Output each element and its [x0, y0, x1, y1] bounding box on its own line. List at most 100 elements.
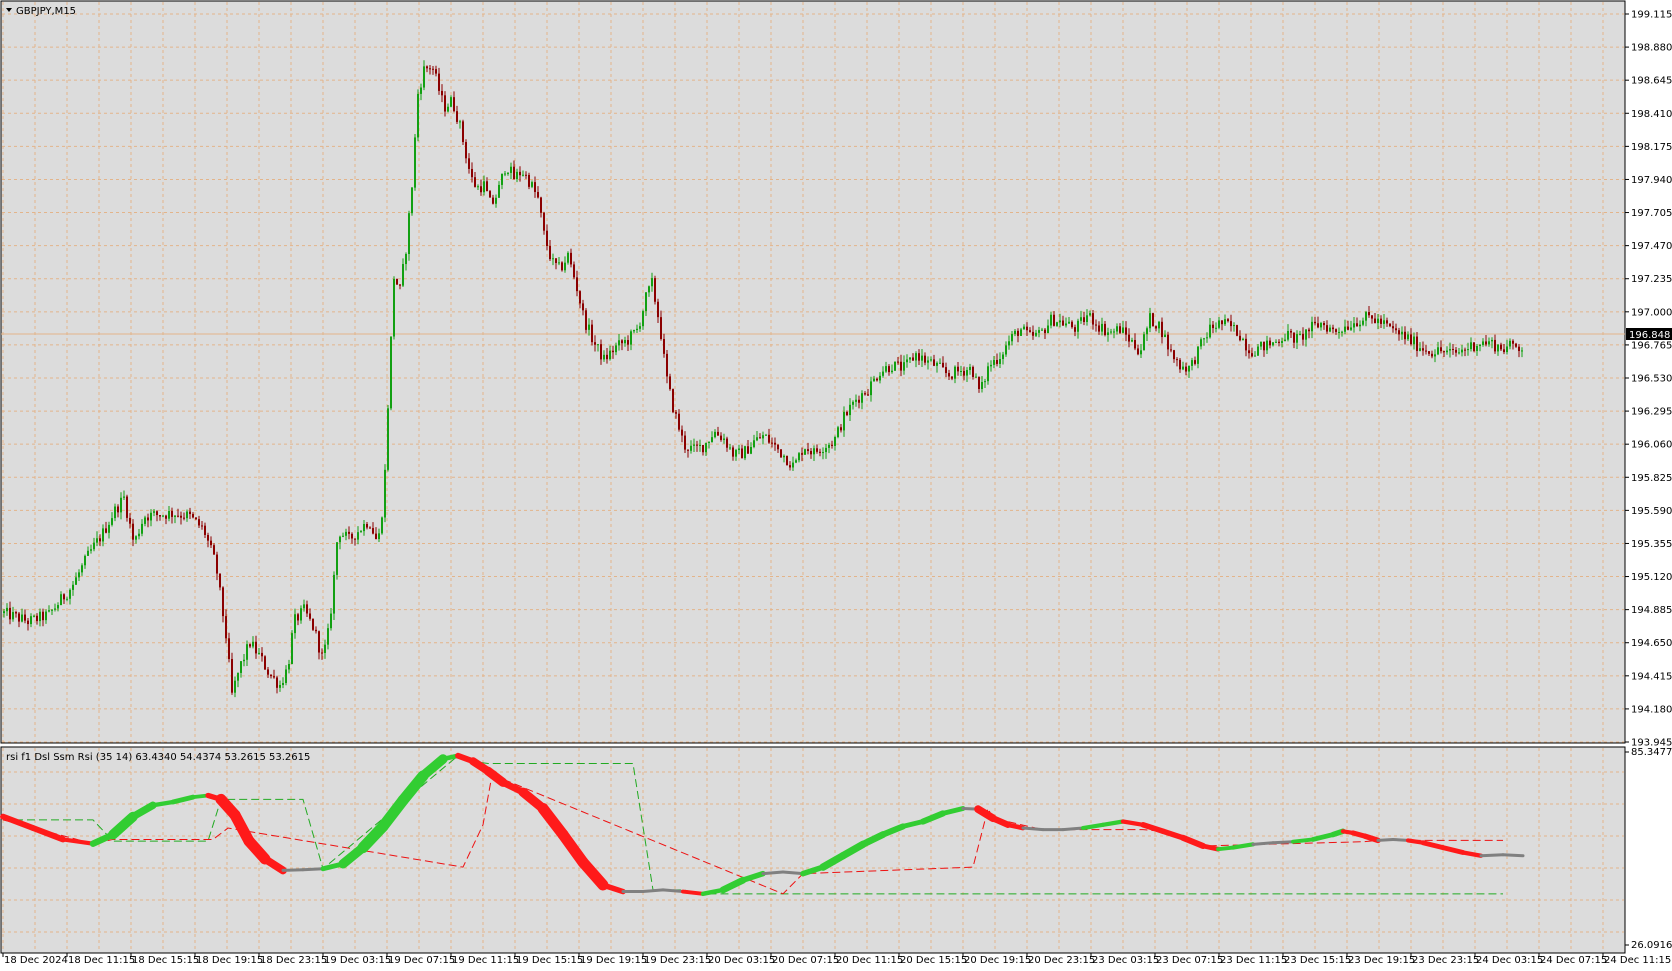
- candle-body: [1272, 342, 1274, 346]
- candle-body: [1101, 323, 1103, 332]
- candle-body: [1464, 349, 1466, 351]
- candle-body: [1191, 360, 1193, 366]
- rsi-segment: [1271, 840, 1295, 845]
- candle-body: [6, 607, 8, 612]
- candle-body: [1086, 315, 1088, 322]
- candle-body: [345, 531, 347, 536]
- symbol-title[interactable]: GBPJPY,M15: [6, 6, 76, 17]
- candle-body: [975, 376, 977, 378]
- candle-body: [846, 411, 848, 416]
- candle-body: [648, 286, 650, 293]
- candle-body: [1065, 323, 1067, 326]
- price-label: 194.885: [1631, 605, 1672, 616]
- candle-body: [609, 350, 611, 360]
- candle-body: [72, 584, 74, 590]
- candle-body: [543, 212, 545, 231]
- time-label: 23 Dec 03:15: [1092, 955, 1159, 966]
- candle-body: [135, 536, 137, 540]
- price-label: 196.295: [1631, 407, 1672, 418]
- candle-body: [1434, 354, 1436, 357]
- candle-body: [1017, 330, 1019, 336]
- candle-body: [1443, 351, 1445, 353]
- price-label: 197.940: [1631, 175, 1672, 186]
- candle-body: [690, 445, 692, 451]
- candle-body: [621, 340, 623, 344]
- candle-body: [795, 460, 797, 463]
- candle-body: [780, 449, 782, 458]
- candle-body: [723, 438, 725, 440]
- candle-body: [684, 435, 686, 450]
- candle-body: [1038, 330, 1040, 333]
- candle-body: [309, 613, 311, 619]
- candle-body: [1095, 324, 1097, 326]
- rsi-segment: [641, 888, 665, 894]
- price-label: 197.235: [1631, 274, 1672, 285]
- candle-body: [1029, 330, 1031, 332]
- candle-body: [813, 448, 815, 455]
- candle-body: [27, 620, 29, 625]
- candle-body: [1350, 327, 1352, 330]
- candle-body: [1503, 349, 1505, 353]
- indicator-panel[interactable]: [0, 746, 1626, 954]
- candle-body: [1053, 314, 1055, 326]
- candle-body: [1416, 336, 1418, 351]
- candle-body: [450, 97, 452, 107]
- candle-body: [1032, 331, 1034, 336]
- candle-body: [654, 278, 656, 302]
- candle-body: [681, 429, 683, 436]
- candle-body: [489, 191, 491, 198]
- candle-body: [786, 455, 788, 466]
- candle-body: [402, 264, 404, 286]
- candle-body: [729, 447, 731, 449]
- candle-body: [66, 598, 68, 600]
- rsi-segment: [1061, 826, 1085, 832]
- candle-body: [879, 375, 881, 381]
- candle-body: [987, 366, 989, 382]
- candle-body: [1380, 318, 1382, 324]
- candle-body: [927, 360, 929, 363]
- candle-body: [756, 437, 758, 441]
- candle-body: [1473, 342, 1475, 351]
- candle-body: [462, 121, 464, 143]
- candle-body: [1467, 349, 1469, 351]
- candle-body: [42, 611, 44, 621]
- indicator-title[interactable]: rsi f1 Dsl Ssm Rsi (35 14) 63.4340 54.43…: [6, 752, 310, 763]
- candle-body: [1128, 334, 1130, 342]
- candle-body: [1446, 350, 1448, 353]
- candle-body: [711, 437, 713, 442]
- candle-body: [765, 434, 767, 436]
- candle-body: [1116, 326, 1118, 332]
- time-label: 24 Dec 07:15: [1540, 955, 1607, 966]
- candle-body: [978, 376, 980, 390]
- rsi-segment: [1200, 843, 1221, 852]
- candle-body: [588, 324, 590, 330]
- candle-body: [585, 310, 587, 330]
- main-panel[interactable]: [0, 0, 1626, 744]
- candle-body: [108, 524, 110, 533]
- candle-body: [1248, 350, 1250, 354]
- candle-body: [954, 366, 956, 379]
- candle-body: [351, 533, 353, 539]
- candle-body: [549, 246, 551, 260]
- price-label: 195.825: [1631, 473, 1672, 484]
- candle-body: [1218, 320, 1220, 328]
- candle-body: [1125, 327, 1127, 335]
- time-label: 19 Dec 03:15: [324, 955, 391, 966]
- candle-body: [411, 187, 413, 214]
- candle-body: [732, 447, 734, 457]
- candle-body: [996, 359, 998, 364]
- candle-body: [1257, 346, 1259, 356]
- candle-body: [237, 672, 239, 681]
- candle-body: [1413, 336, 1415, 345]
- candle-body: [75, 577, 77, 585]
- candle-body: [657, 301, 659, 318]
- candle-body: [615, 345, 617, 353]
- candle-body: [1377, 318, 1379, 324]
- candle-body: [474, 177, 476, 187]
- candle-body: [963, 370, 965, 376]
- candle-body: [453, 97, 455, 112]
- candle-body: [1404, 331, 1406, 340]
- candle-body: [60, 594, 62, 606]
- candle-body: [750, 447, 752, 454]
- time-label: 18 Dec 11:15: [68, 955, 135, 966]
